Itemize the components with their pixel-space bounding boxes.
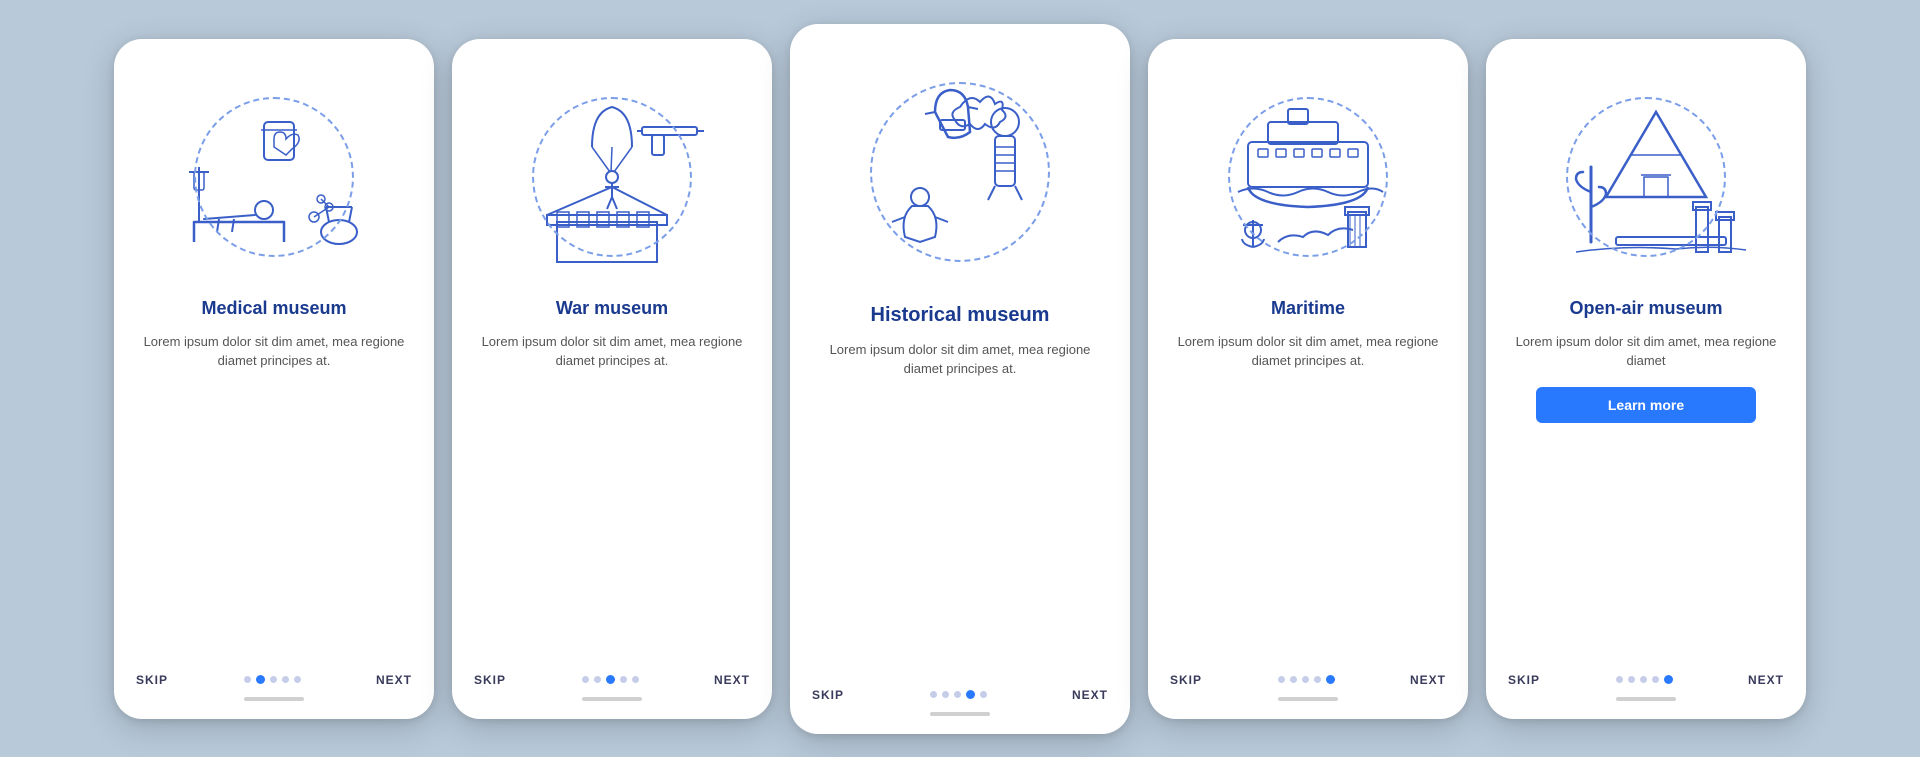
medical-bottom-nav: SKIP NEXT (136, 665, 412, 687)
dot-3 (270, 676, 277, 683)
phone-screen-war: War museum Lorem ipsum dolor sit dim ame… (452, 39, 772, 719)
illustration-maritime (1198, 67, 1418, 287)
medical-title: Medical museum (201, 297, 346, 320)
medical-skip-btn[interactable]: SKIP (136, 673, 168, 687)
war-title: War museum (556, 297, 668, 320)
dot-3 (1302, 676, 1309, 683)
war-bottom-bar (582, 697, 642, 701)
maritime-title: Maritime (1271, 297, 1345, 320)
dashed-circle-maritime (1228, 97, 1388, 257)
illustration-medical (164, 67, 384, 287)
war-skip-btn[interactable]: SKIP (474, 673, 506, 687)
medical-desc: Lorem ipsum dolor sit dim amet, mea regi… (136, 332, 412, 371)
war-next-btn[interactable]: NEXT (714, 673, 750, 687)
historical-title: Historical museum (871, 302, 1050, 328)
dot-5 (1664, 675, 1673, 684)
historical-next-btn[interactable]: NEXT (1072, 688, 1108, 702)
dot-2 (594, 676, 601, 683)
historical-desc: Lorem ipsum dolor sit dim amet, mea regi… (812, 340, 1108, 379)
dot-4 (282, 676, 289, 683)
dot-3 (954, 691, 961, 698)
dashed-circle-openair (1566, 97, 1726, 257)
dot-4 (620, 676, 627, 683)
medical-bottom-bar (244, 697, 304, 701)
screens-container: Medical museum Lorem ipsum dolor sit dim… (114, 24, 1806, 734)
dot-1 (1616, 676, 1623, 683)
dot-4 (1652, 676, 1659, 683)
dot-5 (294, 676, 301, 683)
dashed-circle-war (532, 97, 692, 257)
dot-5 (1326, 675, 1335, 684)
historical-dots (930, 690, 987, 699)
openair-skip-btn[interactable]: SKIP (1508, 673, 1540, 687)
openair-bottom-nav: SKIP NEXT (1508, 665, 1784, 687)
phone-screen-historical: Historical museum Lorem ipsum dolor sit … (790, 24, 1130, 734)
openair-dots (1616, 675, 1673, 684)
openair-next-btn[interactable]: NEXT (1748, 673, 1784, 687)
dot-4 (1314, 676, 1321, 683)
phone-screen-maritime: Maritime Lorem ipsum dolor sit dim amet,… (1148, 39, 1468, 719)
learn-more-button[interactable]: Learn more (1536, 387, 1757, 423)
historical-bottom-nav: SKIP NEXT (812, 680, 1108, 702)
maritime-next-btn[interactable]: NEXT (1410, 673, 1446, 687)
dot-1 (244, 676, 251, 683)
war-bottom-nav: SKIP NEXT (474, 665, 750, 687)
openair-title: Open-air museum (1569, 297, 1722, 320)
maritime-desc: Lorem ipsum dolor sit dim amet, mea regi… (1170, 332, 1446, 371)
illustration-openair (1536, 67, 1756, 287)
dot-3 (606, 675, 615, 684)
medical-next-btn[interactable]: NEXT (376, 673, 412, 687)
medical-dots (244, 675, 301, 684)
historical-bottom-bar (930, 712, 990, 716)
dot-5 (632, 676, 639, 683)
dot-2 (1290, 676, 1297, 683)
openair-bottom-bar (1616, 697, 1676, 701)
war-dots (582, 675, 639, 684)
dot-4 (966, 690, 975, 699)
historical-skip-btn[interactable]: SKIP (812, 688, 844, 702)
dot-3 (1640, 676, 1647, 683)
dot-2 (1628, 676, 1635, 683)
dashed-circle-medical (194, 97, 354, 257)
dot-1 (930, 691, 937, 698)
maritime-bottom-nav: SKIP NEXT (1170, 665, 1446, 687)
dashed-circle-historical (870, 82, 1050, 262)
maritime-bottom-bar (1278, 697, 1338, 701)
dot-2 (256, 675, 265, 684)
maritime-skip-btn[interactable]: SKIP (1170, 673, 1202, 687)
maritime-dots (1278, 675, 1335, 684)
phone-screen-openair: Open-air museum Lorem ipsum dolor sit di… (1486, 39, 1806, 719)
illustration-war (502, 67, 722, 287)
dot-1 (1278, 676, 1285, 683)
illustration-historical (840, 52, 1080, 292)
war-desc: Lorem ipsum dolor sit dim amet, mea regi… (474, 332, 750, 371)
dot-5 (980, 691, 987, 698)
dot-1 (582, 676, 589, 683)
dot-2 (942, 691, 949, 698)
openair-desc: Lorem ipsum dolor sit dim amet, mea regi… (1508, 332, 1784, 371)
phone-screen-medical: Medical museum Lorem ipsum dolor sit dim… (114, 39, 434, 719)
